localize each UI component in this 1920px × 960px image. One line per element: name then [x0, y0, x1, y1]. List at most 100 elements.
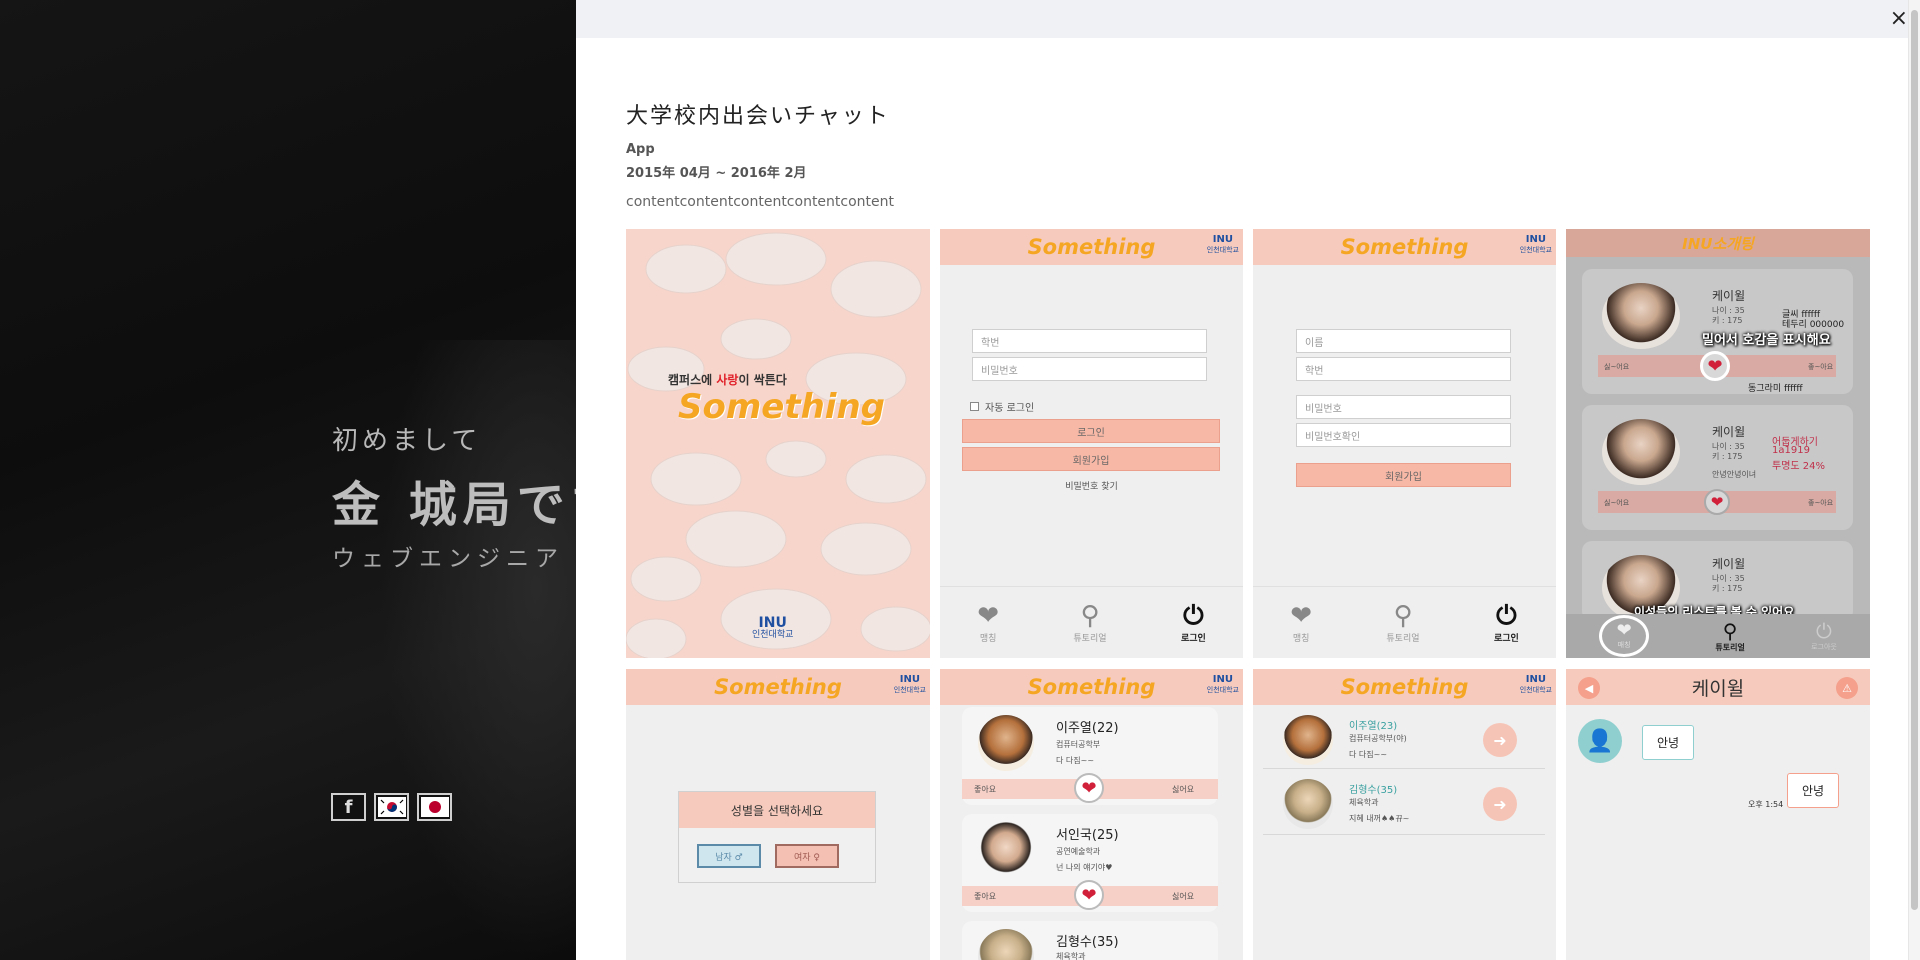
- tab-login[interactable]: ⏻ 로그인: [1494, 601, 1519, 644]
- japan-flag-icon[interactable]: [417, 793, 452, 821]
- like-label: 좋아요: [974, 892, 997, 901]
- item-dept: 체육학과: [1056, 952, 1086, 960]
- avatar: [1283, 779, 1333, 829]
- list-item[interactable]: 서인국(25) 공연예술학과 넌 나의 얘기야♥ 좋아요 싫어요 ❤: [962, 814, 1218, 912]
- inu-text: INU: [1212, 674, 1233, 685]
- like-heart-button[interactable]: ❤: [1074, 773, 1104, 803]
- tagline-love: 사랑: [716, 373, 739, 387]
- like-label: 좋~아요: [1808, 499, 1834, 507]
- item-name: 이주열(22): [1056, 721, 1119, 736]
- name-input[interactable]: 이름: [1296, 329, 1511, 353]
- project-period: 2015年 04月 ~ 2016年 2月: [626, 166, 807, 181]
- close-icon[interactable]: ×: [1890, 6, 1908, 31]
- tab-label: 로그아웃: [1811, 643, 1837, 651]
- inu-text: INU: [758, 615, 787, 631]
- tab-tutorial[interactable]: ⚲ 튜토리얼: [1715, 620, 1744, 653]
- password-input[interactable]: 비밀번호: [972, 357, 1207, 381]
- tab-tutorial[interactable]: ⚲ 튜토리얼: [1386, 601, 1419, 644]
- signup-button[interactable]: 회원가입: [962, 447, 1220, 471]
- outgoing-message: 안녕: [1787, 773, 1840, 808]
- screenshot-chat-room[interactable]: ◀ 케이윌 ⚠ 👤 안녕 안녕 오후 1:54: [1566, 669, 1870, 960]
- avatar: [1602, 419, 1680, 485]
- tab-matching[interactable]: ❤ 맹칭: [977, 601, 999, 644]
- app-logo: Something: [714, 675, 842, 699]
- scrollbar[interactable]: [1908, 0, 1920, 960]
- tab-logout[interactable]: ⏻ 로그아웃: [1811, 620, 1837, 652]
- male-button[interactable]: 남자 ♂: [697, 844, 761, 868]
- find-password-link[interactable]: 비밀번호 찾기: [940, 479, 1243, 492]
- inu-logo: INU 인천대학교: [1520, 675, 1552, 695]
- screenshot-chat-list[interactable]: Something INU 인천대학교 이주열(23) 컴퓨터공학부(야) 다 다짐…: [1253, 669, 1556, 960]
- enter-chat-icon[interactable]: ➜: [1483, 723, 1517, 757]
- tab-matching[interactable]: ❤ 매칭: [1599, 615, 1650, 657]
- chat-title: 케이윌: [1691, 677, 1745, 700]
- tab-label: 맹칭: [1292, 634, 1310, 644]
- modal-topbar: [576, 0, 1920, 38]
- scrollbar-thumb[interactable]: [1911, 10, 1918, 910]
- card-name: 케이윌: [1712, 425, 1746, 439]
- tagline-post: 이 싹튼다: [738, 373, 787, 387]
- app-header: Something INU 인천대학교: [626, 669, 930, 705]
- item-name: 김형수(35): [1056, 935, 1119, 950]
- student-id-input[interactable]: 학번: [972, 329, 1207, 353]
- alarm-icon[interactable]: ⚠: [1836, 677, 1858, 699]
- list-item[interactable]: 이주열(22) 컴퓨터공학부 다 다짐~~ 좋아요 싫어요 ❤: [962, 707, 1218, 805]
- facebook-icon[interactable]: f: [331, 793, 366, 821]
- item-name: 이주열(23): [1349, 721, 1398, 732]
- tab-label: 맹칭: [979, 634, 997, 644]
- like-label: 좋~아요: [1808, 363, 1834, 371]
- item-dept: 체육학과: [1349, 798, 1379, 807]
- password-input[interactable]: 비밀번호: [1296, 395, 1511, 419]
- screenshot-matching-list[interactable]: Something INU 인천대학교 이주열(22) 컴퓨터공학부 다 다짐~~ …: [940, 669, 1243, 960]
- app-header: Something INU 인천대학교: [1253, 229, 1556, 265]
- screenshot-gender[interactable]: Something INU 인천대학교 성별을 선택하세요 남자 ♂ 여자 ♀: [626, 669, 930, 960]
- login-button[interactable]: 로그인: [962, 419, 1220, 443]
- screenshot-intro[interactable]: INU소개팅 케이윌 나이 : 35 키 : 175 글씨 ffffff 테두리…: [1566, 229, 1870, 658]
- auto-login-label: 자동 로그인: [985, 403, 1035, 414]
- power-icon: ⏻: [1183, 601, 1204, 631]
- project-modal: × 大学校内出会いチャット App 2015年 04月 ~ 2016年 2月 c…: [576, 0, 1920, 960]
- chat-list-item[interactable]: 김형수(35) 체육학과 지혜 내꺼♠♠뀨~ ➜: [1263, 771, 1545, 835]
- tagline-pre: 캠퍼스에: [668, 373, 717, 387]
- app-header: Something INU 인천대학교: [1253, 669, 1556, 705]
- female-button[interactable]: 여자 ♀: [775, 844, 839, 868]
- tutorial-caption: 밀어서 호감을 표시해요: [1702, 333, 1831, 348]
- hero-name: 金 城局です: [332, 477, 576, 533]
- korea-flag-icon[interactable]: [374, 793, 409, 821]
- profile-card[interactable]: 케이윌 나이 : 35 키 : 175 어둡게하기 1a1919 투명도 24%…: [1582, 405, 1853, 530]
- card-note: 투명도 24%: [1772, 461, 1826, 472]
- back-icon[interactable]: ◀: [1578, 677, 1600, 699]
- item-msg: 지혜 내꺼♠♠뀨~: [1349, 814, 1410, 823]
- tab-matching[interactable]: ❤ 맹칭: [1290, 601, 1312, 644]
- avatar: [978, 822, 1034, 878]
- inu-sub: 인천대학교: [1206, 246, 1239, 254]
- hero-greeting: 初めまして: [332, 426, 482, 456]
- heart-icon: ❤: [1290, 601, 1312, 631]
- tab-login[interactable]: ⏻ 로그인: [1181, 601, 1206, 644]
- like-heart-button[interactable]: ❤: [1700, 351, 1730, 381]
- card-name: 케이윌: [1712, 289, 1746, 303]
- inu-text: INU: [1525, 674, 1546, 685]
- password-confirm-input[interactable]: 비밀번호확인: [1296, 423, 1511, 447]
- item-msg: 넌 나의 얘기야♥: [1056, 863, 1113, 872]
- item-msg: 다 다짐~~: [1056, 756, 1095, 765]
- app-logo: Something: [1027, 235, 1156, 259]
- screenshot-signup[interactable]: Something INU 인천대학교 이름 학번 비밀번호 비밀번호확인 회원가입…: [1253, 229, 1556, 658]
- signup-button[interactable]: 회원가입: [1296, 463, 1511, 487]
- tab-tutorial[interactable]: ⚲ 튜토리얼: [1073, 601, 1106, 644]
- screenshot-splash[interactable]: 캠퍼스에 사랑이 싹튼다 Something INU 인천대학교: [626, 229, 930, 658]
- auto-login-checkbox[interactable]: 자동 로그인: [970, 399, 1034, 414]
- item-dept: 컴퓨터공학부(야): [1349, 734, 1407, 743]
- hero-role: ウェブエンジニア: [332, 546, 564, 572]
- app-logo: Something: [1340, 235, 1469, 259]
- screenshot-login[interactable]: Something INU 인천대학교 학번 비밀번호 자동 로그인 로그인 회원가…: [940, 229, 1243, 658]
- like-heart-button[interactable]: ❤: [1704, 489, 1730, 515]
- chat-list-item[interactable]: 이주열(23) 컴퓨터공학부(야) 다 다짐~~ ➜: [1263, 707, 1545, 769]
- hero: 初めまして 金 城局です ウェブエンジニア: [332, 420, 576, 573]
- dislike-label: 싫~어요: [1604, 363, 1630, 371]
- list-item[interactable]: 김형수(35) 체육학과: [962, 921, 1218, 960]
- like-label: 좋아요: [974, 785, 997, 794]
- enter-chat-icon[interactable]: ➜: [1483, 787, 1517, 821]
- student-id-input[interactable]: 학번: [1296, 357, 1511, 381]
- like-heart-button[interactable]: ❤: [1074, 880, 1104, 910]
